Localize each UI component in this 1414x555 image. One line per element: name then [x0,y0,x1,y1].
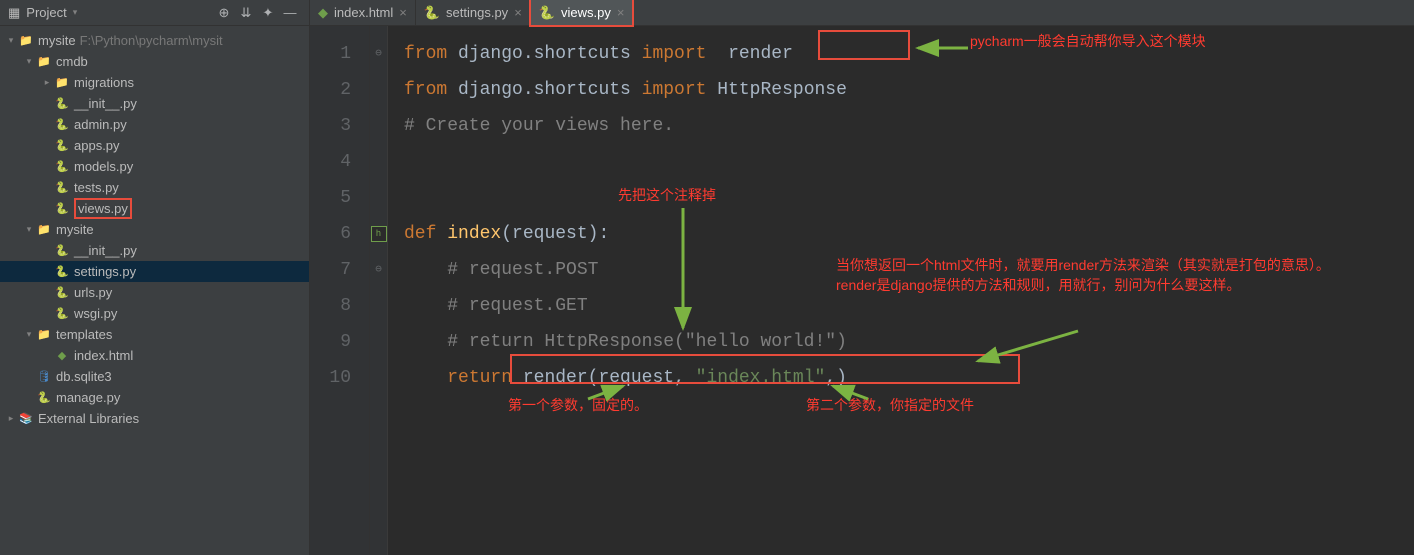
tree-external-libs[interactable]: ▸📚 External Libraries [0,408,309,429]
tree-file-indexhtml[interactable]: ◆index.html [0,345,309,366]
dropdown-icon[interactable]: ▾ [73,7,78,18]
close-icon[interactable]: × [617,5,625,20]
python-icon: 🐍 [424,5,440,21]
editor-area: ◆ index.html × 🐍 settings.py × 🐍 views.p… [310,0,1414,555]
tree-folder-templates[interactable]: ▾📁 templates [0,324,309,345]
tool-window-header: ▦ Project ▾ ⊕ ⇊ ✦ — [0,0,309,26]
tab-label: views.py [561,5,611,20]
tree-file[interactable]: 🐍__init__.py [0,93,309,114]
fold-column: ⊖ h ⊖ [370,26,388,555]
tree-file[interactable]: 🐍apps.py [0,135,309,156]
collapse-icon[interactable]: ⇊ [237,4,255,22]
code-editor[interactable]: 123 456 789 10 ⊖ h ⊖ from django.shortcu… [310,26,1414,555]
override-icon[interactable]: h [371,226,387,242]
tree-file-views[interactable]: 🐍views.py [0,198,309,219]
hide-icon[interactable]: — [281,4,299,22]
annotation: 第二个参数，你指定的文件 [806,396,974,416]
project-sidebar: ▦ Project ▾ ⊕ ⇊ ✦ — ▾📁 mysite F:\Python\… [0,0,310,555]
tree-folder-mysite[interactable]: ▾📁 mysite [0,219,309,240]
code-content[interactable]: from django.shortcuts import render from… [388,26,1414,555]
tab-views[interactable]: 🐍 views.py × [531,0,634,25]
annotation: 第一个参数，固定的。 [508,396,648,416]
line-gutter: 123 456 789 10 [310,26,370,555]
editor-tabs: ◆ index.html × 🐍 settings.py × 🐍 views.p… [310,0,1414,26]
tree-file[interactable]: 🐍wsgi.py [0,303,309,324]
tree-folder-cmdb[interactable]: ▾📁 cmdb [0,51,309,72]
tree-file-settings[interactable]: 🐍settings.py [0,261,309,282]
tree-file[interactable]: 🐍__init__.py [0,240,309,261]
tree-file[interactable]: 🐍urls.py [0,282,309,303]
tree-file-manage[interactable]: 🐍manage.py [0,387,309,408]
tool-title: Project [26,5,66,20]
project-tree[interactable]: ▾📁 mysite F:\Python\pycharm\mysit ▾📁 cmd… [0,26,309,555]
tree-folder-migrations[interactable]: ▸📁 migrations [0,72,309,93]
tab-settings[interactable]: 🐍 settings.py × [416,0,531,25]
tab-label: settings.py [446,5,508,20]
close-icon[interactable]: × [399,5,407,20]
tree-file-db[interactable]: 🛢db.sqlite3 [0,366,309,387]
tree-file[interactable]: 🐍tests.py [0,177,309,198]
tree-file[interactable]: 🐍admin.py [0,114,309,135]
tab-indexhtml[interactable]: ◆ index.html × [310,0,416,25]
tree-root[interactable]: ▾📁 mysite F:\Python\pycharm\mysit [0,30,309,51]
close-icon[interactable]: × [514,5,522,20]
locate-icon[interactable]: ⊕ [215,4,233,22]
settings-icon[interactable]: ✦ [259,4,277,22]
tree-file[interactable]: 🐍models.py [0,156,309,177]
project-icon: ▦ [8,5,20,21]
python-icon: 🐍 [539,5,555,21]
tab-label: index.html [334,5,393,20]
html-icon: ◆ [318,5,328,21]
